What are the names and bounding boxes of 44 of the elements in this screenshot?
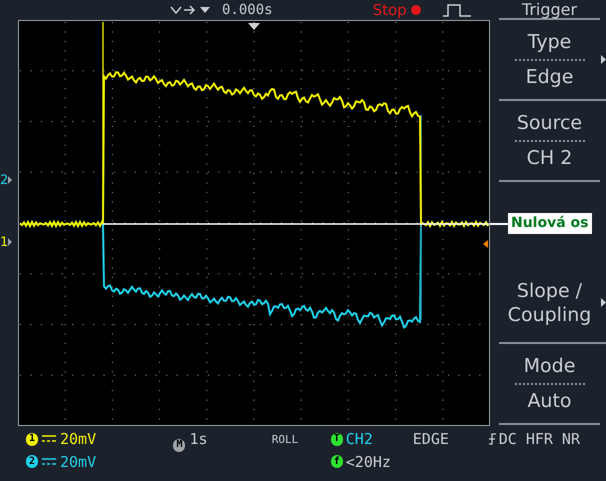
menu-title: Trigger (499, 0, 600, 20)
channel-scale: 20mV (60, 452, 96, 472)
stop-dot-icon (410, 4, 422, 16)
trigger-level-icon (483, 240, 488, 248)
pulse-icon (442, 3, 472, 17)
menu-value: Auto (527, 388, 572, 414)
trigger-filter: HFR (526, 429, 553, 450)
horizontal-position: 0.000s (222, 0, 273, 20)
submenu-arrow-icon (601, 55, 606, 64)
channel-marker: 2 (0, 174, 12, 187)
trigger-type: EDGE (412, 429, 450, 450)
trigger-position-icon (248, 23, 260, 30)
rising-edge-icon (488, 433, 496, 446)
menu-label: Type (528, 30, 572, 55)
menu-button[interactable]: Source CH 2 (499, 101, 600, 182)
menu-button[interactable]: Mode Auto (499, 344, 600, 425)
trigger-badge: T (330, 432, 343, 446)
menu-button[interactable]: Type Edge (499, 20, 606, 101)
timebase-badge: M (173, 438, 186, 452)
trigger-source: CH2 (346, 429, 374, 450)
dc-coupling-icon (42, 458, 56, 466)
annotation-label: Nulová os (508, 213, 592, 234)
trigger-coupling: DC (498, 429, 517, 450)
frequency-badge: f (330, 455, 343, 468)
menu-label: Mode (524, 354, 576, 379)
timebase-value: 1s (189, 429, 208, 450)
marker-arrow-icon (8, 176, 12, 184)
dc-coupling-icon (42, 435, 56, 444)
menu-button[interactable]: Slope / Coupling (499, 263, 606, 344)
trigger-filter: NR (562, 429, 580, 450)
menu-value: Edge (526, 64, 574, 90)
channel-badge: 2 (26, 455, 38, 468)
menu-value: CH 2 (526, 146, 572, 170)
run-state: Stop (372, 0, 422, 22)
channel-scale: 20mV (60, 429, 96, 450)
menu-label: Slope / Coupling (506, 278, 592, 326)
submenu-arrow-icon (601, 298, 606, 307)
channel-marker: 1 (0, 236, 12, 249)
mode-label: ROLL (272, 432, 300, 448)
trigger-frequency: <20Hz (346, 452, 391, 472)
menu-label: Source (516, 111, 582, 136)
leader-line (490, 222, 508, 224)
channel-badge: 1 (26, 432, 38, 446)
marker-arrow-icon (8, 238, 12, 246)
